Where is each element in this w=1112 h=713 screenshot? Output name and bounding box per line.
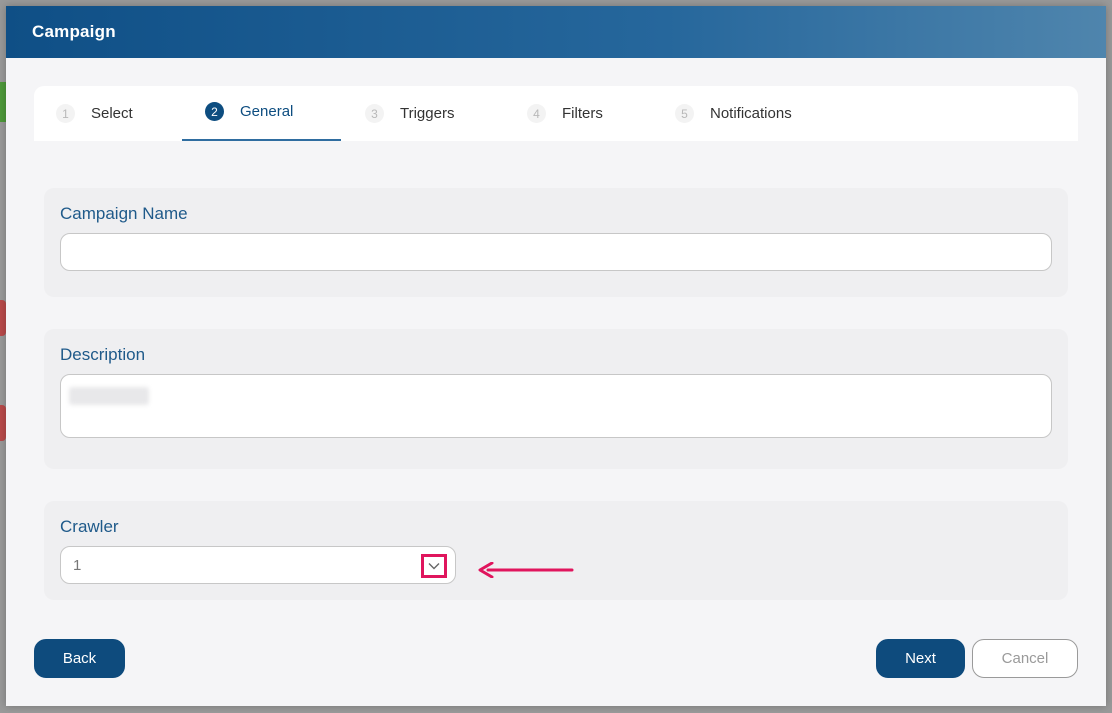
- description-textarea[interactable]: [60, 374, 1052, 438]
- crawler-dropdown-toggle[interactable]: [421, 554, 447, 578]
- campaign-name-card: Campaign Name: [44, 188, 1068, 297]
- step-filters[interactable]: 4 Filters: [527, 86, 603, 141]
- step-label: Filters: [562, 105, 603, 122]
- description-label: Description: [60, 345, 146, 364]
- crawler-select[interactable]: 1: [60, 546, 456, 584]
- crawler-label: Crawler: [60, 517, 119, 536]
- wizard-stepper: 1 Select 2 General 3 Triggers 4 Filters …: [34, 86, 1078, 141]
- crawler-card: Crawler 1: [44, 501, 1068, 600]
- back-button[interactable]: Back: [34, 639, 125, 678]
- cancel-button[interactable]: Cancel: [972, 639, 1078, 678]
- step-label: Triggers: [400, 105, 455, 122]
- step-label: General: [240, 103, 294, 120]
- campaign-name-label: Campaign Name: [60, 204, 188, 223]
- annotation-arrow-icon: [478, 562, 574, 578]
- step-number: 2: [205, 102, 224, 121]
- step-general[interactable]: 2 General: [205, 84, 293, 139]
- step-notifications[interactable]: 5 Notifications: [675, 86, 792, 141]
- step-select[interactable]: 1 Select: [56, 86, 133, 141]
- campaign-name-input[interactable]: [60, 233, 1052, 271]
- campaign-modal: Campaign 1 Select 2 General 3 Triggers 4…: [6, 6, 1106, 706]
- modal-header: Campaign: [6, 6, 1106, 58]
- step-number: 5: [675, 104, 694, 123]
- crawler-selected-value: 1: [73, 556, 82, 574]
- step-number: 3: [365, 104, 384, 123]
- description-card: Description: [44, 329, 1068, 469]
- step-number: 1: [56, 104, 75, 123]
- step-label: Notifications: [710, 105, 792, 122]
- chevron-down-icon: [428, 563, 440, 570]
- modal-title: Campaign: [32, 22, 116, 41]
- step-triggers[interactable]: 3 Triggers: [365, 86, 454, 141]
- next-button[interactable]: Next: [876, 639, 965, 678]
- redacted-text: [69, 387, 149, 405]
- step-label: Select: [91, 105, 133, 122]
- step-number: 4: [527, 104, 546, 123]
- active-step-indicator: [182, 139, 341, 141]
